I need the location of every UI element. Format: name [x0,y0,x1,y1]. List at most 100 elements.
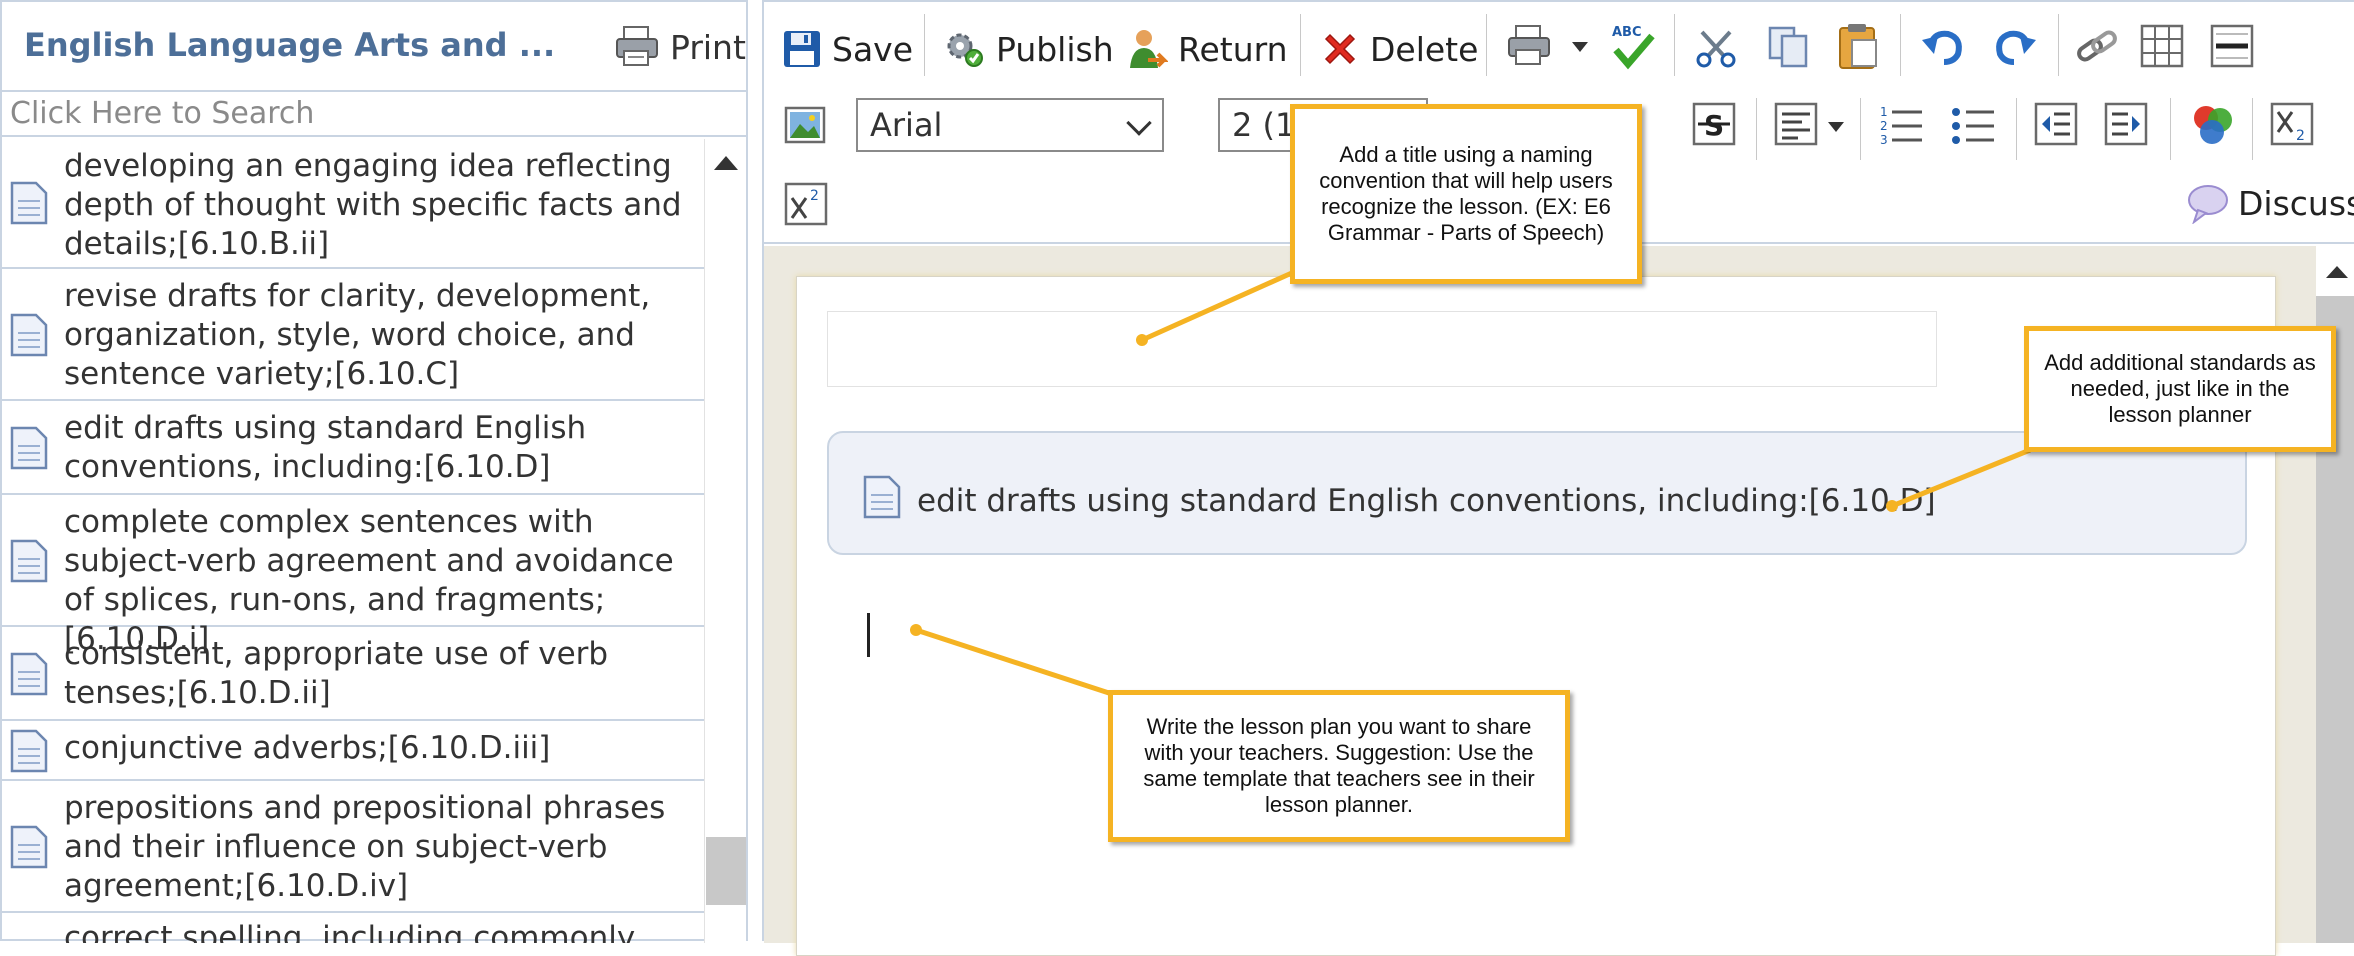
svg-text:1: 1 [1880,105,1888,119]
scroll-up-arrow-icon[interactable] [714,156,738,170]
image-icon[interactable] [784,106,826,144]
chevron-down-icon [1126,110,1152,136]
svg-text:ABC: ABC [1612,25,1642,40]
standard-item-text: revise drafts for clarity, development, … [64,278,651,392]
lesson-hint-text: Write the lesson plan you want to share … [1143,714,1535,817]
cut-scissors-icon[interactable] [1694,26,1738,70]
table-icon[interactable] [2140,24,2184,68]
title-hint-text: Add a title using a naming convention th… [1319,142,1613,245]
floppy-disk-icon [784,31,820,67]
document-icon [10,825,48,869]
toolbar-separator [1300,14,1301,76]
bulleted-list-icon[interactable] [1950,102,1996,148]
document-icon [863,475,901,519]
toolbar-separator [1756,98,1757,160]
dropdown-arrow-icon[interactable] [1828,122,1844,132]
gears-publish-icon [947,33,983,67]
horizontal-rule-icon[interactable] [2210,24,2254,68]
document-icon [10,313,48,357]
attached-standard-text: edit drafts using standard English conve… [917,483,1936,519]
document-icon [10,426,48,470]
standard-item[interactable]: edit drafts using standard English conve… [2,401,704,495]
spellcheck-icon[interactable]: ABC [1608,20,1658,70]
standard-item[interactable]: correct spelling, including commonly [2,913,704,943]
discuss-button[interactable]: Discuss [2186,178,2354,228]
standard-item[interactable]: complete complex sentences with subject-… [2,495,704,657]
undo-icon[interactable] [1920,26,1966,68]
standards-scrollbar[interactable] [704,139,746,943]
toolbar-separator [1486,14,1487,76]
subscript-icon[interactable]: 2 [2270,102,2314,146]
standard-item[interactable]: prepositions and prepositional phrases a… [2,781,704,913]
publish-button[interactable]: Publish [944,20,1114,78]
copy-icon[interactable] [1766,24,1810,70]
standards-header: English Language Arts and ... Print [2,2,746,92]
document-icon [10,539,48,583]
title-hint-callout: Add a title using a naming convention th… [1290,104,1642,284]
toolbar-separator [2252,98,2253,160]
color-palette-icon[interactable] [2188,100,2236,148]
toolbar-separator [1674,14,1675,76]
text-caret [867,613,870,657]
outdent-icon[interactable] [2034,102,2078,146]
align-left-icon[interactable] [1774,102,1818,146]
link-icon[interactable] [2074,26,2120,68]
toolbar-separator [924,14,925,76]
toolbar-separator [2058,14,2059,76]
font-family-select[interactable]: Arial [856,98,1164,152]
document-icon [10,729,48,773]
red-x-delete-icon [1324,33,1356,65]
standard-item-text: prepositions and prepositional phrases a… [64,790,666,904]
publish-label: Publish [996,29,1114,69]
standards-panel: English Language Arts and ... Print deve… [0,0,748,943]
standard-item-text: consistent, appropriate use of verb tens… [64,636,609,711]
svg-text:2: 2 [2296,128,2305,144]
standards-title: English Language Arts and ... [24,26,556,64]
save-label: Save [832,29,914,69]
standards-search-input[interactable] [2,92,746,137]
printer-icon [616,26,658,66]
lesson-title-input[interactable] [827,311,1937,387]
scroll-up-arrow-icon[interactable] [2326,266,2348,278]
toolbar-separator [1900,14,1901,76]
superscript-icon[interactable]: 2 [784,182,828,226]
font-family-value: Arial [870,106,943,144]
standards-list: developing an engaging idea reflecting d… [2,139,704,943]
user-return-icon [1130,30,1168,68]
delete-label: Delete [1370,29,1479,69]
print-button[interactable]: Print [614,22,746,72]
svg-text:2: 2 [810,188,819,204]
speech-bubble-icon [2188,185,2228,224]
paste-icon[interactable] [1836,22,1880,70]
font-size-value: 2 (1 [1232,106,1296,144]
numbered-list-icon[interactable]: 1 2 3 [1878,102,1924,148]
standards-hint-callout: Add additional standards as needed, just… [2024,326,2336,452]
standard-item-text: developing an engaging idea reflecting d… [64,148,682,262]
printer-icon[interactable] [1506,24,1552,68]
standard-item-text: correct spelling, including commonly [64,920,636,943]
scroll-thumb[interactable] [706,837,746,905]
discuss-label: Discuss [2238,183,2354,223]
delete-button[interactable]: Delete [1320,20,1478,78]
print-label: Print [670,27,746,67]
document-icon [10,181,48,225]
toolbar-separator [2016,98,2017,160]
indent-icon[interactable] [2104,102,2148,146]
return-button[interactable]: Return [1126,20,1288,78]
document-icon [10,652,48,696]
redo-icon[interactable] [1992,26,2038,68]
standard-item[interactable]: conjunctive adverbs;[6.10.D.iii] [2,721,704,781]
toolbar-separator [1860,98,1861,160]
svg-text:3: 3 [1880,133,1888,147]
dropdown-arrow-icon[interactable] [1572,42,1588,52]
standard-item-text: edit drafts using standard English conve… [64,410,587,485]
save-button[interactable]: Save [782,20,913,78]
standards-hint-text: Add additional standards as needed, just… [2044,350,2316,427]
standard-item[interactable]: revise drafts for clarity, development, … [2,269,704,401]
standard-item-text: conjunctive adverbs;[6.10.D.iii] [64,730,551,766]
toolbar-separator [2170,98,2171,160]
standard-item[interactable]: consistent, appropriate use of verb tens… [2,627,704,721]
standard-item[interactable]: developing an engaging idea reflecting d… [2,139,704,269]
svg-text:2: 2 [1880,119,1888,133]
strikethrough-icon[interactable]: S [1692,102,1736,146]
